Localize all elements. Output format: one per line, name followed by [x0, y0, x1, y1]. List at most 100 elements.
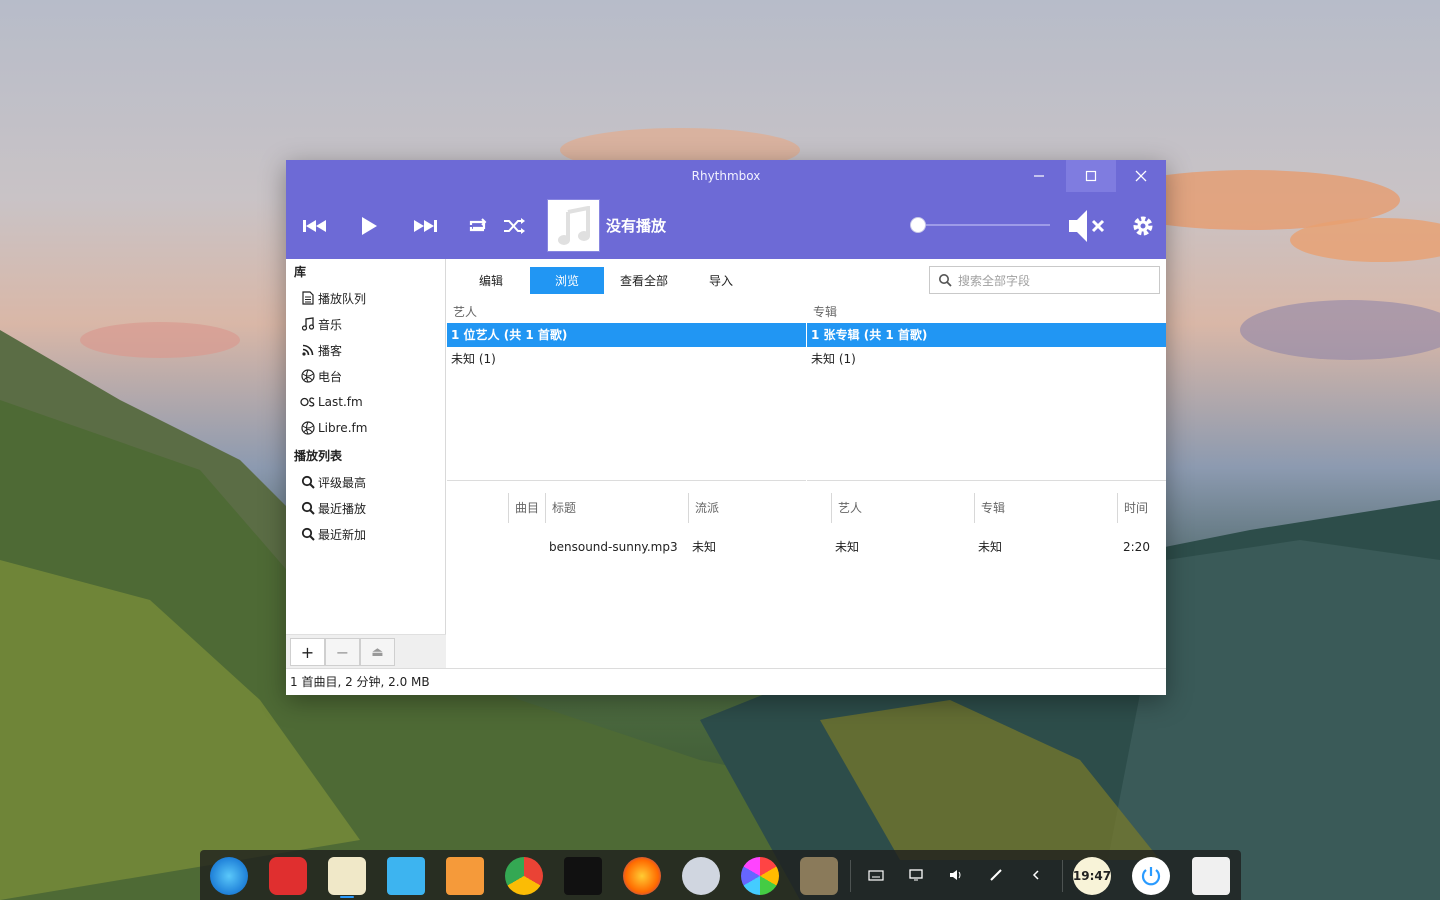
main-panel: 编辑 浏览 查看全部 导入 搜索全部字段 艺人 1 位艺人 (共 1 首歌) 未…	[447, 259, 1166, 668]
dock-separator	[850, 860, 851, 892]
sidebar-item-recently-added[interactable]: 最近新加	[286, 521, 445, 547]
music-note-icon	[557, 205, 590, 245]
column-header-time[interactable]: 时间	[1117, 493, 1166, 523]
clock-widget[interactable]: 19:47	[1073, 857, 1111, 895]
music-note-icon	[300, 316, 316, 332]
sidebar-item-lastfm[interactable]: Last.fm	[286, 389, 445, 415]
search-icon	[300, 526, 316, 542]
queue-icon	[300, 290, 316, 306]
lastfm-icon	[300, 394, 316, 410]
sidebar-item-label: 最近播放	[318, 501, 367, 516]
sidebar-item-label: 最近新加	[318, 527, 367, 542]
settings-button[interactable]	[1128, 192, 1158, 259]
status-bar: 1 首曲目, 2 分钟, 2.0 MB	[286, 668, 1166, 695]
sidebar-item-play-queue[interactable]: 播放队列	[286, 285, 445, 311]
artist-column-header[interactable]: 艺人	[447, 301, 806, 323]
tab-view-all[interactable]: 查看全部	[611, 267, 677, 294]
previous-button[interactable]	[298, 192, 332, 259]
desktop-icon[interactable]	[906, 865, 926, 885]
deepin-launcher-icon[interactable]	[210, 857, 248, 895]
next-button[interactable]	[408, 192, 442, 259]
sidebar: 库 播放队列 音乐 播客 电台 Last.fm Libre.fm 播放列表 评级	[286, 259, 446, 668]
sidebar-item-label: 评级最高	[318, 475, 367, 490]
library-header: 库	[294, 265, 307, 279]
track-time-cell: 2:20	[1123, 540, 1150, 554]
column-header-title[interactable]: 标题	[545, 493, 688, 523]
chevron-left-icon[interactable]	[1026, 865, 1046, 885]
column-header-artist[interactable]: 艺人	[831, 493, 974, 523]
sidebar-button-bar: + − ⏏	[286, 634, 446, 668]
column-header-album[interactable]: 专辑	[974, 493, 1117, 523]
volume-muted-icon	[1069, 209, 1105, 242]
sidebar-item-music[interactable]: 音乐	[286, 311, 445, 337]
app-store-icon[interactable]	[446, 857, 484, 895]
shuffle-icon	[504, 217, 525, 234]
sidebar-item-top-rated[interactable]: 评级最高	[286, 469, 445, 495]
trash-icon[interactable]	[1192, 857, 1230, 895]
color-picker-icon[interactable]	[741, 857, 779, 895]
column-header-track[interactable]: 曲目	[508, 493, 545, 523]
search-icon	[300, 474, 316, 490]
sidebar-item-label: Last.fm	[318, 395, 363, 409]
settings-icon[interactable]	[682, 857, 720, 895]
volume-icon[interactable]	[946, 865, 966, 885]
chrome-icon[interactable]	[505, 857, 543, 895]
sidebar-item-radio[interactable]: 电台	[286, 363, 445, 389]
album-column-header[interactable]: 专辑	[807, 301, 1166, 323]
pen-icon[interactable]	[986, 865, 1006, 885]
running-indicator	[340, 896, 354, 898]
firefox-icon[interactable]	[623, 857, 661, 895]
tab-import[interactable]: 导入	[687, 267, 755, 294]
next-icon	[414, 219, 437, 232]
minimize-button[interactable]	[1014, 160, 1064, 192]
title-bar[interactable]: Rhythmbox	[286, 160, 1166, 192]
tab-edit[interactable]: 编辑	[459, 267, 523, 294]
sidebar-item-librefm[interactable]: Libre.fm	[286, 415, 445, 441]
column-header-genre[interactable]: 流派	[688, 493, 831, 523]
search-placeholder: 搜索全部字段	[958, 273, 1031, 288]
maximize-button[interactable]	[1066, 160, 1116, 192]
keyboard-icon[interactable]	[866, 865, 886, 885]
inkscape-icon[interactable]	[564, 857, 602, 895]
power-button[interactable]	[1132, 857, 1170, 895]
track-album-cell: 未知	[978, 540, 1003, 554]
gear-icon	[1133, 216, 1153, 235]
remove-playlist-button[interactable]: −	[325, 638, 360, 666]
sidebar-item-label: 播放队列	[318, 291, 367, 306]
view-tabs: 编辑 浏览 查看全部 导入 搜索全部字段	[447, 259, 1166, 301]
track-artist-cell: 未知	[835, 540, 860, 554]
album-row-all[interactable]: 1 张专辑 (共 1 首歌)	[807, 323, 1166, 347]
deepin-music-icon[interactable]	[328, 857, 366, 895]
search-field[interactable]: 搜索全部字段	[929, 266, 1160, 294]
playlist-header: 播放列表	[294, 449, 343, 463]
previous-icon	[303, 219, 326, 232]
play-button[interactable]	[354, 192, 384, 259]
eject-button[interactable]: ⏏	[360, 638, 395, 666]
volume-slider-track[interactable]	[918, 224, 1050, 226]
minimize-icon	[1034, 175, 1044, 177]
tab-browse[interactable]: 浏览	[530, 267, 604, 294]
album-pane: 专辑 1 张专辑 (共 1 首歌) 未知 (1)	[807, 301, 1166, 481]
file-manager-icon[interactable]	[387, 857, 425, 895]
repeat-button[interactable]	[464, 192, 492, 259]
rhythmbox-window: Rhythmbox 没有播放 库 播放队列 音乐 播客 电台 Last.fm L…	[286, 160, 1166, 695]
close-button[interactable]	[1116, 160, 1166, 192]
sidebar-item-label: 播客	[318, 343, 343, 358]
volume-slider-knob[interactable]	[910, 217, 926, 233]
sidebar-item-recently-played[interactable]: 最近播放	[286, 495, 445, 521]
mute-button[interactable]	[1066, 192, 1108, 259]
rss-icon	[300, 342, 316, 358]
sidebar-item-podcasts[interactable]: 播客	[286, 337, 445, 363]
browser-panes: 艺人 1 位艺人 (共 1 首歌) 未知 (1) 专辑 1 张专辑 (共 1 首…	[447, 301, 1166, 481]
power-icon	[1141, 867, 1161, 886]
shuffle-button[interactable]	[500, 192, 530, 259]
play-icon	[362, 216, 377, 235]
artist-row-all[interactable]: 1 位艺人 (共 1 首歌)	[447, 323, 806, 347]
close-icon	[1135, 170, 1147, 182]
netease-music-icon[interactable]	[269, 857, 307, 895]
album-row[interactable]: 未知 (1)	[807, 347, 1166, 371]
gimp-icon[interactable]	[800, 857, 838, 895]
artist-row[interactable]: 未知 (1)	[447, 347, 806, 371]
add-playlist-button[interactable]: +	[290, 638, 325, 666]
dock: 19:47	[200, 850, 1241, 900]
